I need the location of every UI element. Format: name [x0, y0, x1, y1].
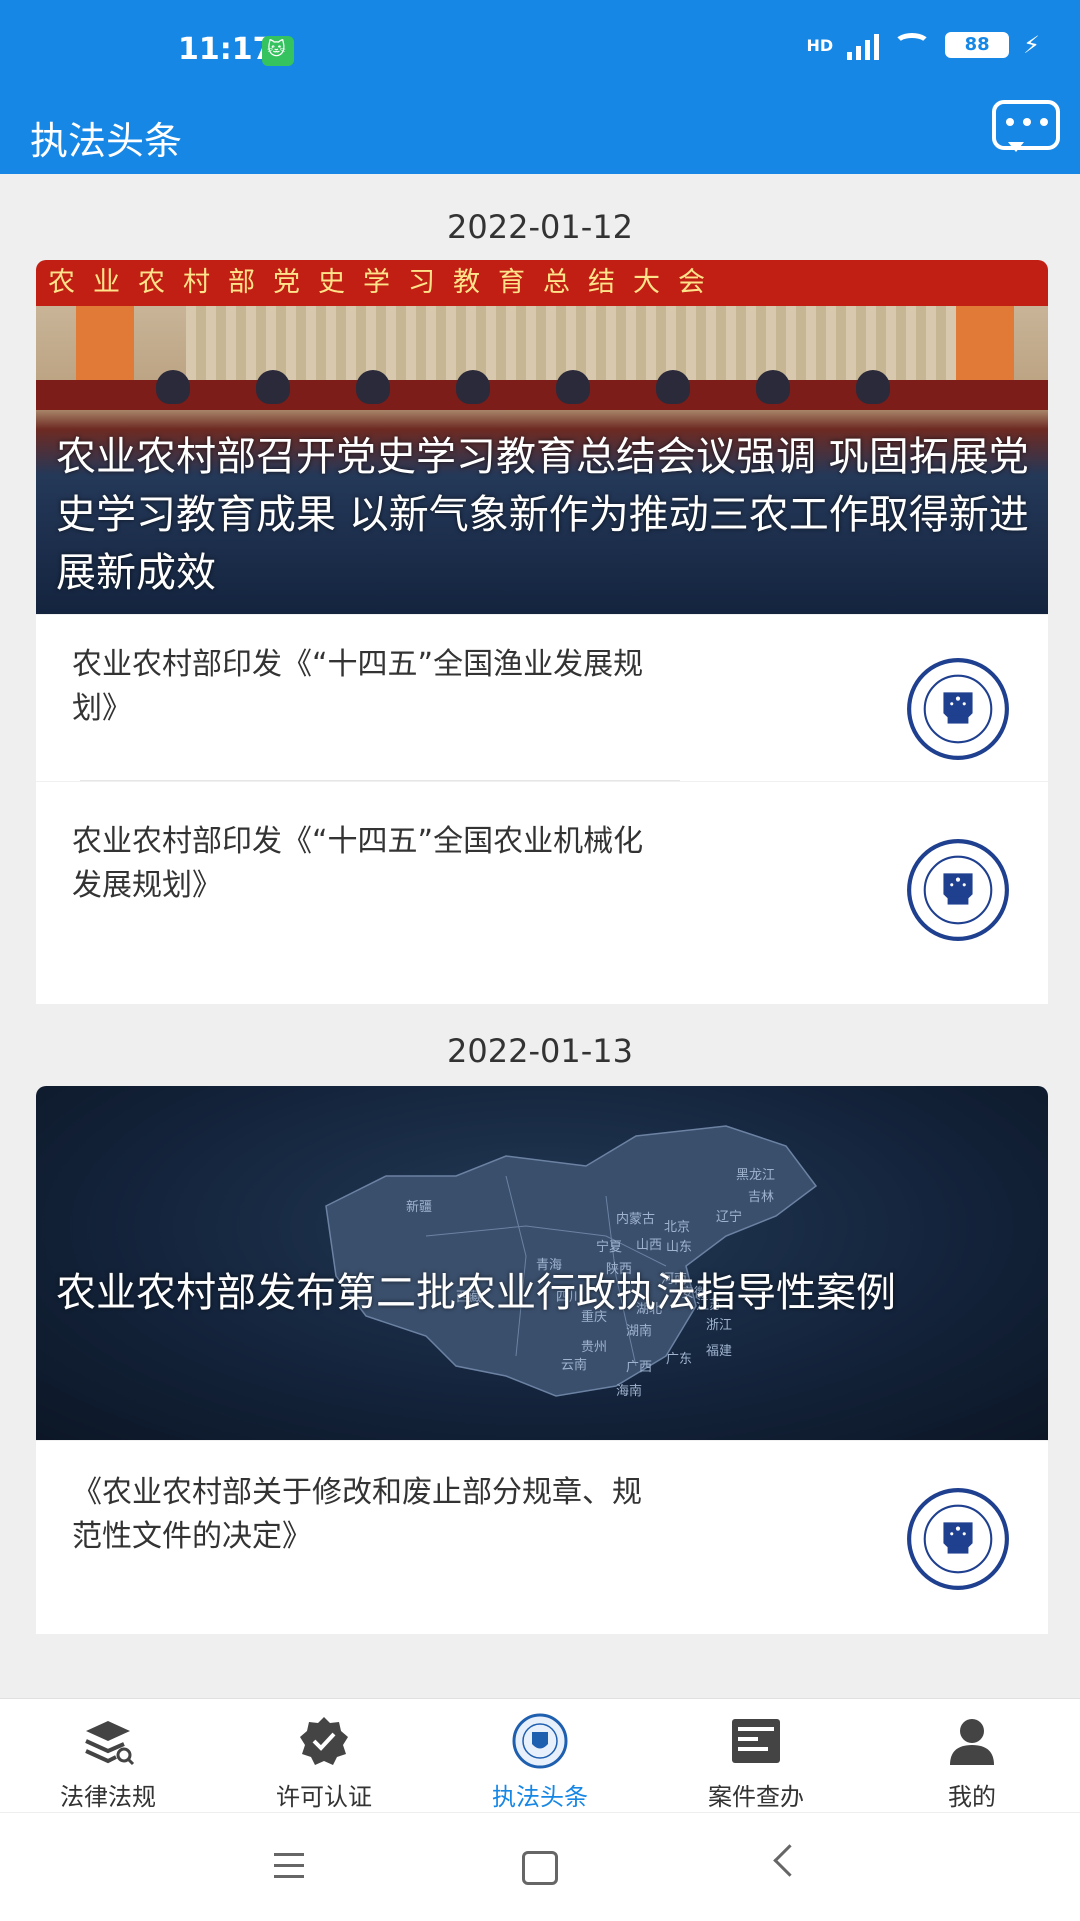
map-label: 新疆: [406, 1200, 433, 1215]
case-file-icon: [732, 1719, 780, 1763]
attendee: [856, 370, 890, 404]
map-label: 宁夏: [596, 1240, 623, 1255]
attendee: [356, 370, 390, 404]
hero-title: 农业农村部召开党史学习教育总结会议强调 巩固拓展党史学习教育成果 以新气象新作为…: [56, 434, 1029, 596]
map-label: 广东: [666, 1352, 693, 1367]
map-label: 海南: [616, 1384, 643, 1399]
hero-article[interactable]: 农业农村部党史学习教育总结大会 农业农村部召开党史学习教育总结会议强调 巩固拓展…: [36, 260, 1048, 614]
emblem-icon: [907, 839, 1009, 941]
map-label: 山西: [636, 1238, 663, 1253]
attendee: [556, 370, 590, 404]
map-label: 吉林: [748, 1190, 775, 1205]
nav-label: 我的: [948, 1783, 996, 1811]
nav-label: 案件查办: [708, 1783, 804, 1811]
map-label: 贵州: [581, 1340, 608, 1355]
map-label: 湖南: [626, 1324, 653, 1339]
map-label: 山东: [666, 1240, 693, 1255]
back-icon[interactable]: [773, 1844, 806, 1877]
item-title: 农业农村部印发《“十四五”全国农业机械化发展规划》: [72, 824, 644, 903]
attendee: [156, 370, 190, 404]
map-label: 广西: [626, 1360, 653, 1375]
attendee: [456, 370, 490, 404]
news-card: 新疆 黑龙江 吉林 辽宁 内蒙古 北京 山西 山东 宁夏 青海 陕西 河南 西藏 四川 安徽 湖北 江苏 重庆 浙江…: [36, 1086, 1048, 1634]
hero-title: 农业农村部发布第二批农业行政执法指导性案例: [56, 1270, 896, 1316]
map-label: 黑龙江: [736, 1168, 776, 1183]
attendee: [256, 370, 290, 404]
page-title: 执法头条: [30, 119, 183, 163]
map-label: 云南: [561, 1358, 588, 1373]
list-item[interactable]: 《农业农村部关于修改和废止部分规章、规范性文件的决定》: [36, 1440, 1048, 1634]
item-title: 农业农村部印发《“十四五”全国渔业发展规划》: [72, 647, 644, 726]
nav-profile[interactable]: 我的: [864, 1699, 1080, 1813]
attendee: [656, 370, 690, 404]
message-button[interactable]: [992, 100, 1060, 152]
hero-article[interactable]: 新疆 黑龙江 吉林 辽宁 内蒙古 北京 山西 山东 宁夏 青海 陕西 河南 西藏 四川 安徽 湖北 江苏 重庆 浙江…: [36, 1086, 1048, 1440]
nav-label: 法律法规: [60, 1783, 156, 1811]
status-time: 11:17: [178, 32, 274, 67]
status-right: HD 88 ⚡: [806, 30, 1040, 60]
menu-icon[interactable]: [274, 1853, 304, 1886]
item-title: 《农业农村部关于修改和废止部分规章、规范性文件的决定》: [72, 1475, 642, 1554]
charging-icon: ⚡: [1023, 31, 1040, 59]
user-icon: [950, 1719, 994, 1765]
news-card: 农业农村部党史学习教育总结大会 农业农村部召开党史学习教育总结会议强调 巩固拓展…: [36, 260, 1048, 1004]
nav-license[interactable]: 许可认证: [216, 1699, 432, 1813]
list-item[interactable]: 农业农村部印发《“十四五”全国渔业发展规划》: [36, 614, 1048, 781]
map-label: 辽宁: [716, 1210, 743, 1225]
meeting-banner: 农业农村部党史学习教育总结大会: [36, 260, 1048, 306]
nav-headlines[interactable]: 执法头条: [432, 1699, 648, 1813]
home-icon[interactable]: [522, 1851, 558, 1885]
verified-badge-icon: [300, 1717, 348, 1765]
emblem-icon: [907, 1488, 1009, 1590]
map-label: 北京: [664, 1220, 691, 1235]
attendee: [756, 370, 790, 404]
section-date: 2022-01-12: [447, 208, 633, 246]
list-item[interactable]: 农业农村部印发《“十四五”全国农业机械化发展规划》: [36, 781, 1048, 976]
battery-icon: 88: [945, 32, 1010, 58]
emblem-icon: [512, 1713, 568, 1769]
status-bar: 11:17 HD 88 ⚡: [0, 0, 1080, 100]
map-label: 内蒙古: [616, 1212, 656, 1227]
system-nav-bar: [0, 1812, 1080, 1921]
app-bar: 执法头条: [0, 100, 1080, 174]
emblem-icon: [907, 658, 1009, 760]
chat-bubble-icon: [1006, 118, 1048, 126]
map-label: 福建: [706, 1344, 733, 1359]
section-date: 2022-01-13: [447, 1032, 633, 1070]
nav-label: 执法头条: [492, 1783, 588, 1811]
books-search-icon: [85, 1721, 135, 1766]
signal-icon: [847, 30, 880, 60]
nav-cases[interactable]: 案件查办: [648, 1699, 864, 1813]
wechat-notification-icon: [262, 36, 294, 66]
nav-label: 许可认证: [276, 1783, 372, 1811]
nav-laws[interactable]: 法律法规: [0, 1699, 216, 1813]
wifi-icon: [893, 33, 932, 57]
bottom-nav: 法律法规 许可认证 执法头条 案件查办 我的: [0, 1698, 1080, 1813]
network-label: HD: [806, 35, 834, 55]
